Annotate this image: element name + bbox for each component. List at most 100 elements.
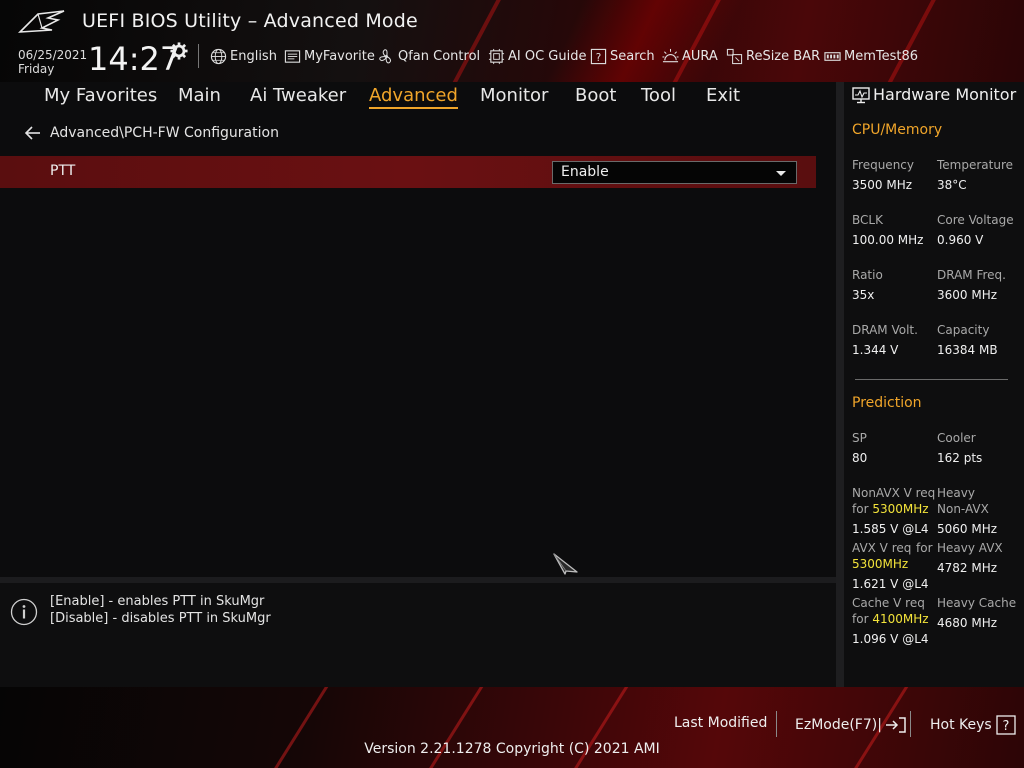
heavy-cache-label: Heavy Cache	[937, 596, 1017, 610]
toolbar-resize-bar[interactable]: ReSize BAR	[726, 47, 820, 65]
hardware-monitor-panel: Hardware Monitor CPU/Memory Frequency 35…	[844, 82, 1024, 687]
nonavx-label: NonAVX V req	[852, 486, 936, 500]
info-icon	[10, 598, 38, 626]
setting-row-ptt[interactable]: PTT Enable	[0, 156, 816, 188]
date-text: 06/25/2021	[18, 48, 88, 62]
tab-main[interactable]: Main	[178, 85, 221, 106]
back-arrow-icon[interactable]	[24, 124, 42, 142]
clock-display[interactable]: 14:27	[88, 40, 180, 78]
toolbar-english[interactable]: English	[210, 47, 277, 65]
ptt-select[interactable]: Enable	[552, 161, 797, 184]
hardware-monitor-title: Hardware Monitor	[852, 85, 1016, 104]
cooler-value: 162 pts	[937, 451, 983, 465]
toolbar-search[interactable]: ? Search	[590, 47, 655, 65]
mouse-cursor-icon	[553, 553, 578, 575]
hot-keys-button[interactable]: Hot Keys ?	[930, 715, 1017, 735]
help-text-line: [Enable] - enables PTT in SkuMgr	[50, 594, 265, 609]
gear-icon[interactable]	[170, 42, 188, 60]
cache-for-text: for	[852, 612, 869, 626]
setting-label-ptt: PTT	[50, 163, 76, 179]
dram-freq-value: 3600 MHz	[937, 288, 998, 302]
cooler-label: Cooler	[937, 431, 976, 445]
tab-boot[interactable]: Boot	[575, 85, 616, 106]
toolbar-english-label: English	[230, 48, 277, 64]
nonavx-for-label: for 5300MHz	[852, 502, 929, 516]
avx-freq: 5300MHz	[852, 557, 909, 571]
tab-ai-tweaker[interactable]: Ai Tweaker	[250, 85, 346, 106]
rog-logo-icon	[18, 10, 65, 33]
globe-icon	[210, 48, 227, 64]
last-modified-button[interactable]: Last Modified	[674, 715, 767, 731]
ai-guide-icon	[488, 48, 505, 64]
nonavx-for-text: for	[852, 502, 869, 516]
heavy-nonavx-value: 5060 MHz	[937, 522, 998, 536]
heavy-avx-value: 4782 MHz	[937, 561, 998, 575]
cache-for-label: for 4100MHz	[852, 612, 929, 626]
prediction-heading: Prediction	[852, 395, 922, 411]
tab-advanced[interactable]: Advanced	[369, 85, 458, 109]
help-text-line: [Disable] - disables PTT in SkuMgr	[50, 611, 271, 626]
capacity-value: 16384 MB	[937, 343, 998, 357]
footer-divider	[776, 711, 777, 737]
decor-slash	[657, 0, 727, 82]
dram-volt-label: DRAM Volt.	[852, 323, 918, 337]
resize-bar-icon	[726, 48, 743, 64]
help-panel: [Enable] - enables PTT in SkuMgr [Disabl…	[0, 583, 836, 687]
tab-tool[interactable]: Tool	[641, 85, 676, 106]
temperature-value: 38°C	[937, 178, 967, 192]
breadcrumb-path: Advanced\PCH-FW Configuration	[50, 125, 279, 141]
toolbar-aura-label: AURA	[682, 48, 718, 64]
temperature-label: Temperature	[937, 158, 1014, 172]
monitor-icon	[852, 86, 870, 103]
date-display: 06/25/2021 Friday	[18, 48, 87, 76]
cache-label: Cache V req	[852, 596, 925, 610]
toolbar-ai-oc-guide[interactable]: AI OC Guide	[488, 47, 586, 65]
search-icon: ?	[590, 48, 607, 64]
nonavx-value: 1.585 V @L4	[852, 522, 929, 536]
tab-exit[interactable]: Exit	[706, 85, 740, 106]
toolbar-ai-oc-label: AI OC Guide	[508, 48, 587, 64]
ptt-select-value: Enable	[561, 164, 609, 180]
toolbar-myfavorite[interactable]: MyFavorite	[284, 47, 375, 65]
hot-keys-label: Hot Keys	[930, 717, 992, 733]
main-nav: My Favorites Main Ai Tweaker Advanced Mo…	[0, 82, 836, 110]
cpu-memory-heading: CPU/Memory	[852, 122, 943, 138]
breadcrumb: Advanced\PCH-FW Configuration	[24, 123, 279, 143]
exit-arrow-icon	[885, 717, 906, 733]
header-bar: UEFI BIOS Utility – Advanced Mode 06/25/…	[0, 0, 1024, 82]
ezmode-label: EzMode(F7)|	[795, 717, 882, 733]
toolbar-search-label: Search	[610, 48, 655, 64]
avx-for-label: for	[916, 541, 933, 555]
toolbar-aura[interactable]: AURA	[662, 47, 718, 65]
section-divider	[855, 379, 1008, 380]
toolbar-myfavorite-label: MyFavorite	[304, 48, 375, 64]
decor-slash	[437, 0, 507, 82]
core-voltage-label: Core Voltage	[937, 213, 1014, 227]
nonavx-freq: 5300MHz	[872, 502, 929, 516]
ezmode-button[interactable]: EzMode(F7)|	[795, 715, 907, 735]
frequency-value: 3500 MHz	[852, 178, 913, 192]
heavy-cache-value: 4680 MHz	[937, 616, 998, 630]
heavy-nonavx-label: Heavy	[937, 486, 975, 500]
toolbar-memtest86[interactable]: MemTest86	[824, 47, 918, 65]
cache-value: 1.096 V @L4	[852, 632, 929, 646]
toolbar-qfan-label: Qfan Control	[398, 48, 481, 64]
tab-monitor[interactable]: Monitor	[480, 85, 548, 106]
fan-icon	[379, 48, 392, 63]
capacity-label: Capacity	[937, 323, 990, 337]
favorite-icon	[284, 49, 301, 63]
dram-volt-value: 1.344 V	[852, 343, 899, 357]
day-text: Friday	[18, 62, 55, 76]
ratio-label: Ratio	[852, 268, 883, 282]
bclk-label: BCLK	[852, 213, 883, 227]
toolbar-qfan-control[interactable]: Qfan Control	[378, 47, 480, 65]
tab-my-favorites[interactable]: My Favorites	[44, 85, 157, 106]
memtest-icon	[824, 51, 841, 61]
hardware-monitor-title-text: Hardware Monitor	[873, 85, 1017, 104]
panel-divider	[836, 82, 844, 687]
bclk-value: 100.00 MHz	[852, 233, 924, 247]
version-text: Version 2.21.1278 Copyright (C) 2021 AMI	[364, 741, 660, 757]
footer-bar: Last Modified EzMode(F7)| Hot Keys ? Ver…	[0, 687, 1024, 768]
chevron-down-icon	[776, 171, 786, 176]
svg-text:?: ?	[596, 51, 602, 63]
